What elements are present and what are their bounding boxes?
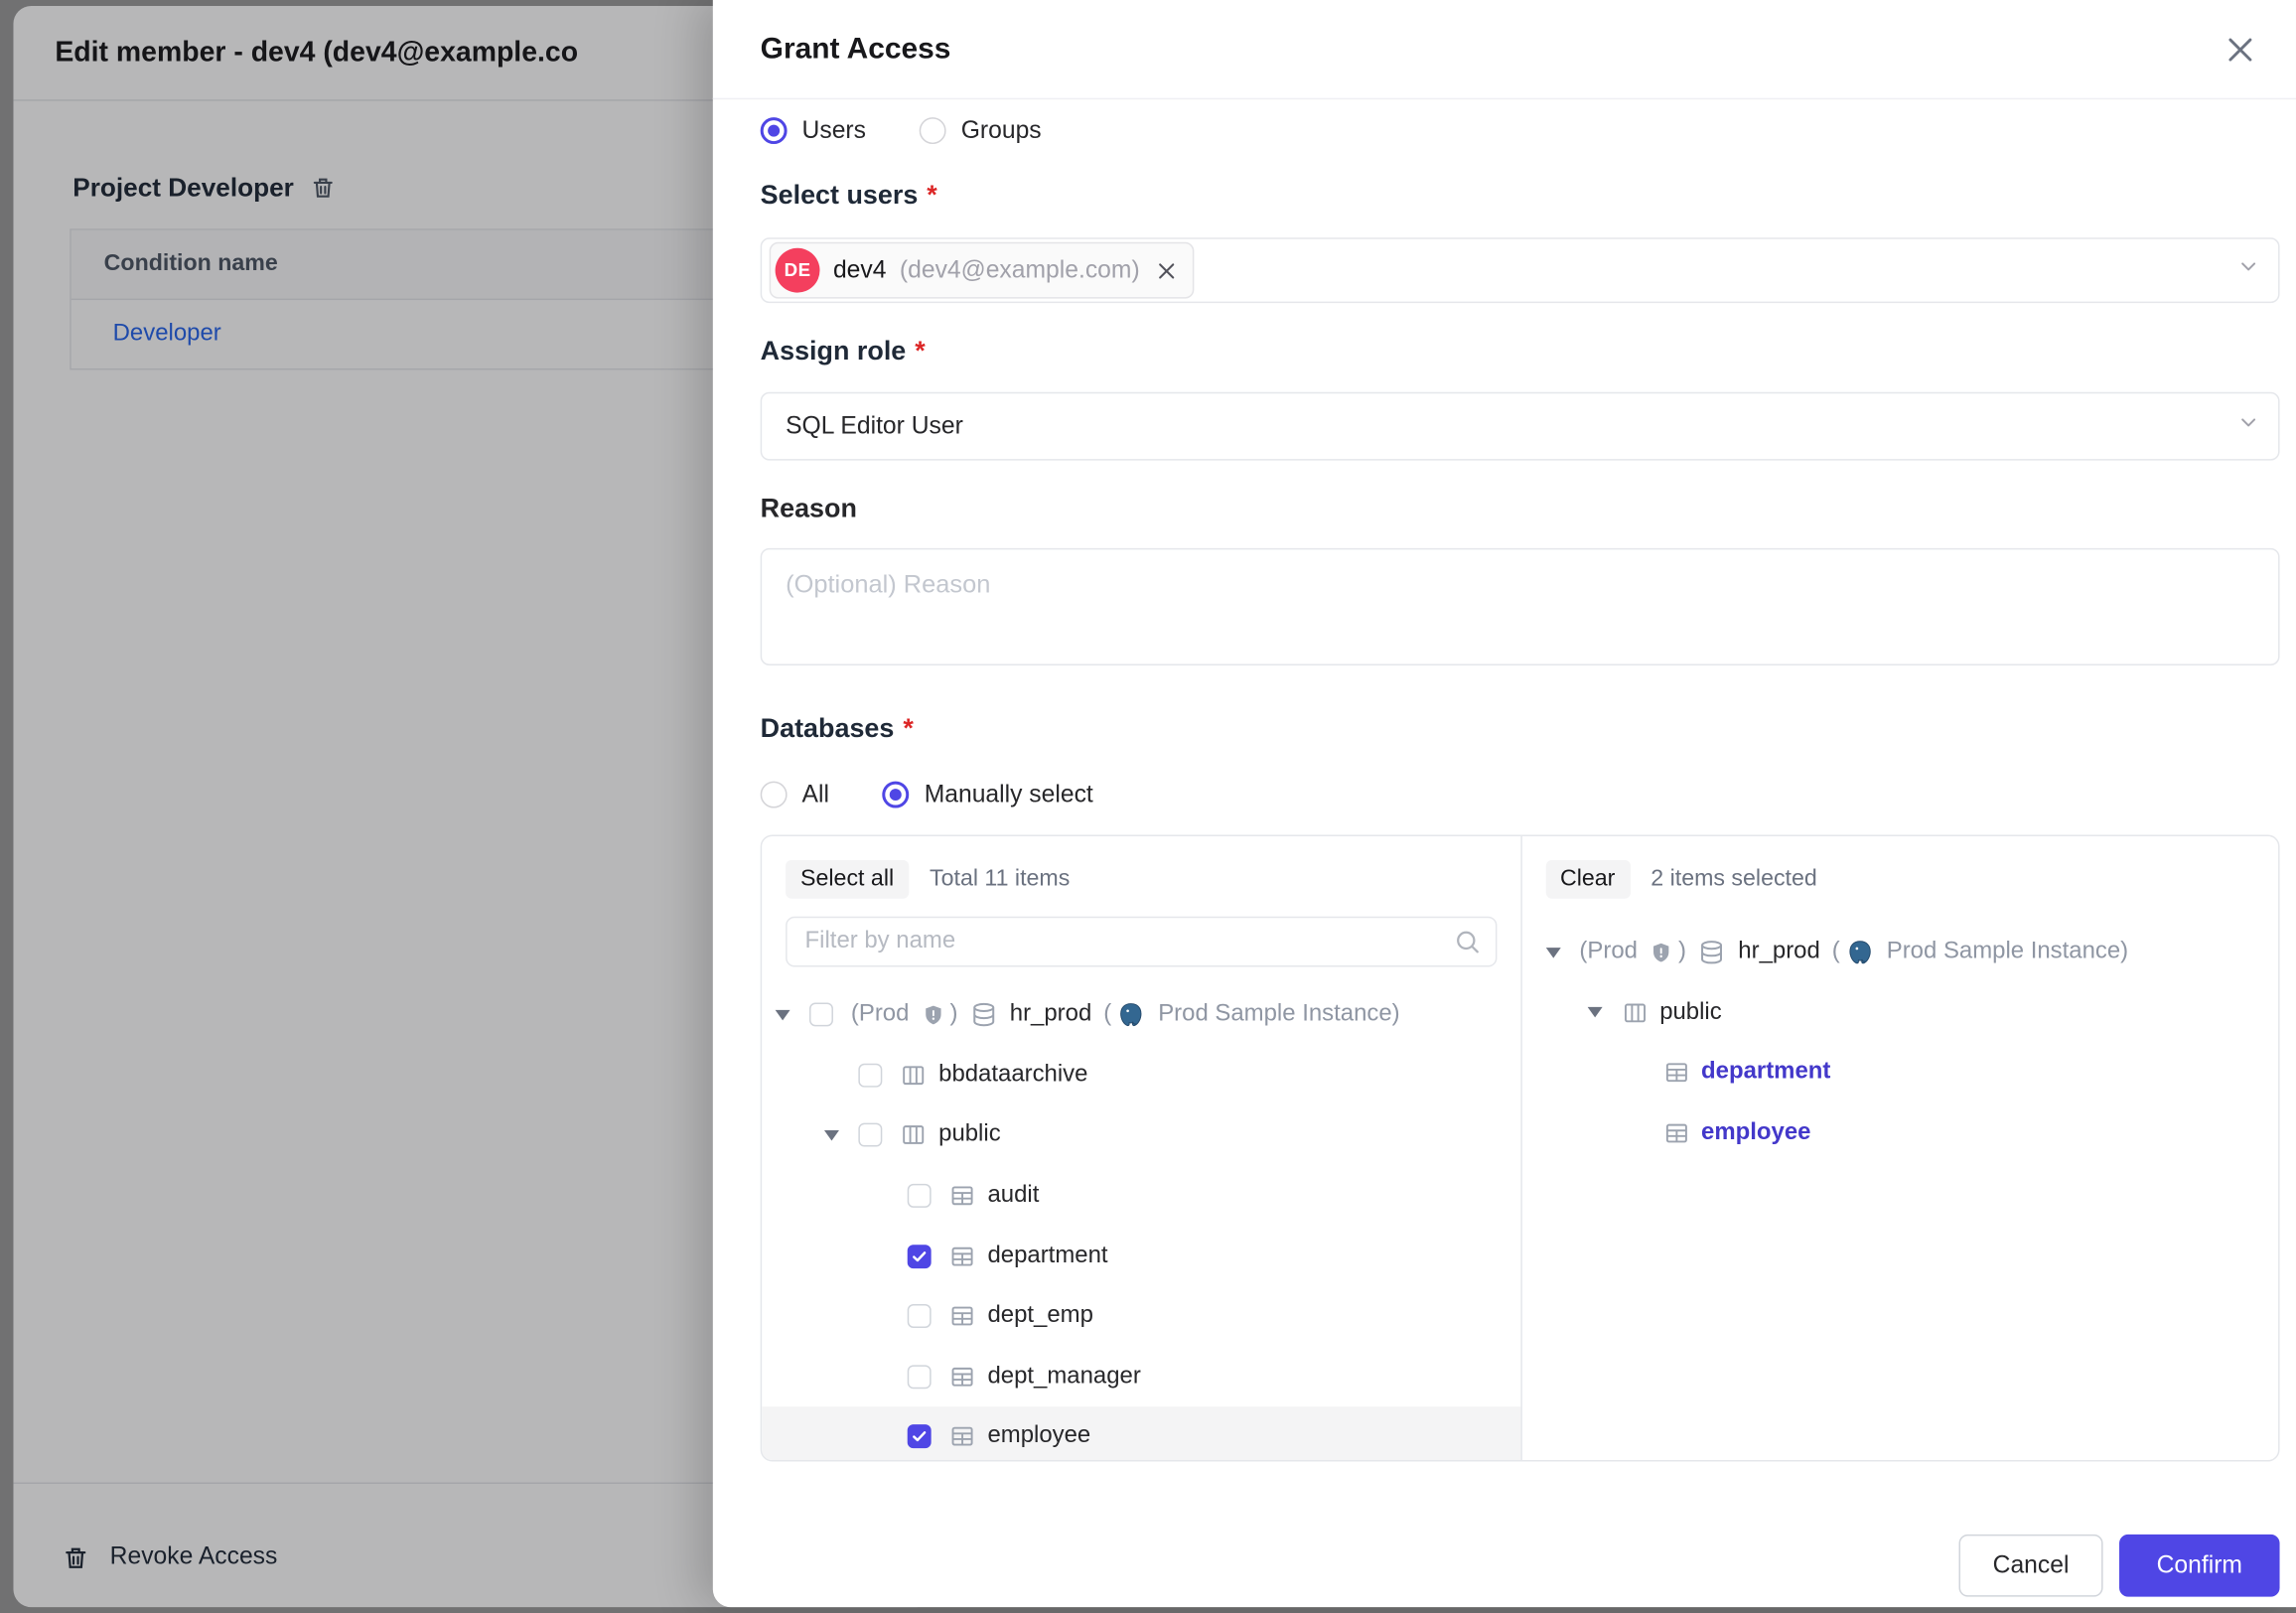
- checkbox-public[interactable]: [858, 1123, 882, 1147]
- radio-users[interactable]: Users: [761, 116, 866, 144]
- tree-row-audit[interactable]: audit: [762, 1166, 1519, 1227]
- checkbox-dept_emp[interactable]: [908, 1304, 932, 1328]
- table-icon: [1662, 1060, 1689, 1087]
- checkbox-audit[interactable]: [908, 1184, 932, 1208]
- checkbox-dept_manager[interactable]: [908, 1365, 932, 1389]
- search-icon: [1452, 927, 1482, 963]
- postgres-icon: [1117, 1001, 1145, 1029]
- radio-groups-control[interactable]: [920, 117, 946, 144]
- tree-expand-arrow-icon[interactable]: [1587, 1008, 1621, 1018]
- radio-all-databases[interactable]: All: [761, 781, 829, 808]
- schema-icon: [900, 1122, 927, 1149]
- transfer-source-panel: Select all Total 11 items (Prod ) hr_prod…: [762, 836, 1519, 1460]
- radio-all-control[interactable]: [761, 782, 788, 808]
- radio-manually-control[interactable]: [883, 782, 910, 808]
- checkbox-department-checked[interactable]: [908, 1245, 932, 1268]
- checkbox-hr_prod[interactable]: [809, 1003, 833, 1027]
- source-tree: (Prod ) hr_prod ( Prod Sample Instance) bbd…: [762, 984, 1519, 1460]
- confirm-button[interactable]: Confirm: [2119, 1535, 2280, 1597]
- chip-remove-icon[interactable]: [1156, 259, 1178, 281]
- transfer-target-panel: Clear 2 items selected (Prod ) hr_prod ( P…: [1520, 836, 2278, 1460]
- tree-expand-arrow-icon[interactable]: [1545, 948, 1579, 957]
- tree-row-dept_manager[interactable]: dept_manager: [762, 1347, 1519, 1407]
- selected-count-label: 2 items selected: [1650, 866, 1816, 893]
- target-tree: (Prod ) hr_prod ( Prod Sample Instance) pub…: [1521, 923, 2278, 1164]
- schema-icon: [1621, 999, 1648, 1026]
- tree-row-hr_prod[interactable]: (Prod ) hr_prod ( Prod Sample Instance): [1521, 923, 2278, 983]
- total-count-label: Total 11 items: [930, 866, 1070, 893]
- radio-users-control[interactable]: [761, 117, 788, 144]
- schema-icon: [900, 1062, 927, 1089]
- chevron-down-icon: [2236, 410, 2260, 441]
- selected-node-name[interactable]: department: [1701, 1060, 1830, 1087]
- tree-expand-arrow-icon[interactable]: [824, 1130, 858, 1140]
- table-icon: [949, 1423, 976, 1450]
- table-icon: [949, 1303, 976, 1330]
- database-transfer: Select all Total 11 items (Prod ) hr_prod…: [761, 834, 2280, 1461]
- assign-role-value: SQL Editor User: [786, 412, 963, 440]
- node-name: hr_prod: [1010, 1001, 1091, 1028]
- avatar: DE: [776, 248, 820, 293]
- node-name: audit: [987, 1183, 1039, 1210]
- tree-row-bbdataarchive[interactable]: bbdataarchive: [762, 1045, 1519, 1105]
- chip-user-name: dev4: [833, 256, 887, 284]
- node-name: hr_prod: [1738, 940, 1819, 966]
- tree-row-department[interactable]: department: [1521, 1043, 2278, 1103]
- selected-node-name[interactable]: employee: [1701, 1120, 1810, 1147]
- modal-title: Grant Access: [761, 32, 951, 66]
- instance-badge: ( Prod Sample Instance): [1832, 939, 2128, 966]
- environment-badge: (Prod ): [851, 1001, 958, 1028]
- reason-textarea[interactable]: [761, 548, 2280, 665]
- tree-row-dept_emp[interactable]: dept_emp: [762, 1286, 1519, 1347]
- node-name: public: [1659, 999, 1722, 1026]
- radio-manually-select[interactable]: Manually select: [883, 781, 1093, 808]
- user-chip: DE dev4 (dev4@example.com): [770, 242, 1195, 299]
- close-icon[interactable]: [2219, 28, 2260, 70]
- table-icon: [949, 1364, 976, 1391]
- prod-shield-icon: [922, 1004, 943, 1026]
- tree-row-public[interactable]: public: [762, 1105, 1519, 1166]
- user-select-input[interactable]: DE dev4 (dev4@example.com): [761, 237, 2280, 303]
- db-icon: [969, 1001, 997, 1029]
- tree-row-public[interactable]: public: [1521, 982, 2278, 1043]
- filter-input[interactable]: [786, 917, 1497, 967]
- modal-footer: Cancel Confirm: [1959, 1535, 2280, 1597]
- reason-label: Reason: [761, 492, 2280, 524]
- chevron-down-icon: [2236, 254, 2260, 285]
- tree-row-employee[interactable]: employee: [1521, 1103, 2278, 1164]
- node-name: department: [987, 1243, 1107, 1269]
- checkbox-employee-checked[interactable]: [908, 1425, 932, 1449]
- chip-user-email: (dev4@example.com): [900, 256, 1140, 284]
- cancel-button[interactable]: Cancel: [1959, 1535, 2103, 1597]
- node-name: bbdataarchive: [938, 1062, 1087, 1089]
- postgres-icon: [1846, 939, 1874, 966]
- tree-row-hr_prod[interactable]: (Prod ) hr_prod ( Prod Sample Instance): [762, 984, 1519, 1045]
- node-name: employee: [987, 1423, 1090, 1450]
- member-type-radio-group: Users Groups: [761, 114, 2280, 147]
- clear-button[interactable]: Clear: [1545, 860, 1630, 899]
- table-icon: [949, 1183, 976, 1210]
- db-icon: [1698, 939, 1726, 966]
- node-name: public: [938, 1122, 1001, 1149]
- radio-groups[interactable]: Groups: [920, 116, 1042, 144]
- checkbox-bbdataarchive[interactable]: [858, 1064, 882, 1088]
- databases-radio-group: All Manually select: [761, 779, 2280, 811]
- table-icon: [949, 1243, 976, 1269]
- assign-role-label: Assign role*: [761, 334, 2280, 367]
- environment-badge: (Prod ): [1579, 940, 1686, 966]
- node-name: dept_emp: [987, 1303, 1092, 1330]
- instance-badge: ( Prod Sample Instance): [1103, 1001, 1399, 1029]
- table-icon: [1662, 1120, 1689, 1147]
- tree-row-employee[interactable]: employee: [762, 1406, 1519, 1460]
- databases-label: Databases*: [761, 711, 2280, 744]
- select-users-label: Select users*: [761, 178, 2280, 211]
- select-all-button[interactable]: Select all: [786, 860, 909, 899]
- tree-expand-arrow-icon[interactable]: [776, 1010, 809, 1020]
- tree-row-department[interactable]: department: [762, 1226, 1519, 1286]
- assign-role-select[interactable]: SQL Editor User: [761, 392, 2280, 461]
- grant-access-modal: Grant Access Users Groups Select: [713, 0, 2296, 1607]
- modal-header: Grant Access: [713, 0, 2296, 99]
- node-name: dept_manager: [987, 1364, 1140, 1391]
- prod-shield-icon: [1650, 942, 1672, 963]
